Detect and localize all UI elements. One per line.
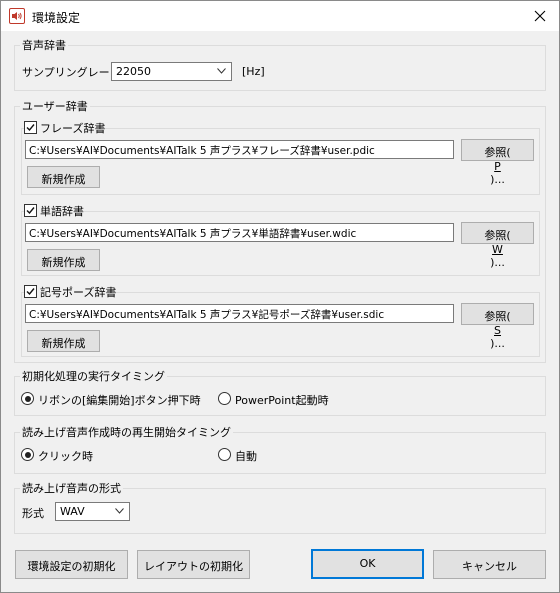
phrase-browse-button[interactable]: 参照(P)...	[461, 139, 534, 186]
chevron-down-icon	[217, 68, 226, 74]
init-timing-legend: 初期化処理の実行タイミング	[22, 370, 165, 383]
playback-timing-radio-click[interactable]	[21, 448, 34, 461]
checkmark-icon	[26, 207, 35, 215]
symbol-pause-browse-button[interactable]: 参照(S)...	[461, 303, 534, 350]
settings-window: 環境設定 音声辞書 サンプリングレート 22050 [Hz] ユーザー辞書 フレ…	[0, 0, 560, 593]
playback-timing-radio-auto[interactable]	[218, 448, 231, 461]
sampling-rate-value: 22050	[116, 65, 151, 78]
voice-dictionary-legend: 音声辞書	[22, 39, 66, 52]
checkmark-icon	[26, 124, 35, 132]
cancel-button[interactable]: キャンセル	[433, 550, 546, 579]
sampling-rate-select[interactable]: 22050	[111, 62, 232, 81]
checkmark-icon	[26, 288, 35, 296]
close-button[interactable]	[531, 7, 549, 25]
sampling-rate-label: サンプリングレート	[22, 66, 121, 79]
speaker-app-icon	[9, 8, 25, 24]
phrase-dictionary-path: C:¥Users¥AI¥Documents¥AITalk 5 声プラス¥フレーズ…	[29, 145, 375, 157]
word-dictionary-checkbox[interactable]	[24, 204, 37, 217]
sampling-rate-unit: [Hz]	[242, 65, 265, 78]
chevron-down-icon	[115, 508, 124, 514]
audio-format-legend: 読み上げ音声の形式	[22, 482, 121, 495]
reset-settings-button[interactable]: 環境設定の初期化	[15, 550, 128, 579]
init-timing-option-ribbon[interactable]: リボンの[編集開始]ボタン押下時	[38, 392, 201, 408]
symbol-pause-dictionary-checkbox[interactable]	[24, 285, 37, 298]
playback-timing-legend: 読み上げ音声作成時の再生開始タイミング	[22, 426, 231, 439]
user-dictionary-legend: ユーザー辞書	[22, 100, 88, 113]
init-timing-radio-powerpoint[interactable]	[218, 392, 231, 405]
window-title: 環境設定	[32, 11, 81, 25]
audio-format-value: WAV	[60, 505, 85, 518]
ok-button[interactable]: OK	[311, 549, 424, 579]
symbol-pause-dictionary-path-field[interactable]: C:¥Users¥AI¥Documents¥AITalk 5 声プラス¥記号ポー…	[25, 304, 454, 323]
word-dictionary-label: 単語辞書	[40, 205, 84, 218]
title-bar[interactable]: 環境設定	[1, 1, 559, 31]
close-icon	[534, 10, 546, 22]
init-timing-option-powerpoint[interactable]: PowerPoint起動時	[235, 392, 329, 408]
word-browse-button[interactable]: 参照(W)...	[461, 222, 534, 269]
reset-layout-button[interactable]: レイアウトの初期化	[137, 550, 250, 579]
audio-format-label: 形式	[22, 507, 44, 520]
phrase-dictionary-path-field[interactable]: C:¥Users¥AI¥Documents¥AITalk 5 声プラス¥フレーズ…	[25, 140, 454, 159]
symbol-pause-new-button[interactable]: 新規作成	[27, 330, 100, 352]
playback-timing-option-click[interactable]: クリック時	[38, 448, 93, 464]
symbol-pause-dictionary-label: 記号ポーズ辞書	[40, 286, 117, 299]
word-dictionary-path-field[interactable]: C:¥Users¥AI¥Documents¥AITalk 5 声プラス¥単語辞書…	[25, 223, 454, 242]
word-new-button[interactable]: 新規作成	[27, 249, 100, 271]
playback-timing-group: 読み上げ音声作成時の再生開始タイミング	[14, 426, 546, 474]
symbol-pause-dictionary-path: C:¥Users¥AI¥Documents¥AITalk 5 声プラス¥記号ポー…	[29, 309, 385, 321]
phrase-dictionary-checkbox[interactable]	[24, 121, 37, 134]
word-dictionary-path: C:¥Users¥AI¥Documents¥AITalk 5 声プラス¥単語辞書…	[29, 228, 357, 240]
phrase-new-button[interactable]: 新規作成	[27, 166, 100, 188]
phrase-dictionary-label: フレーズ辞書	[40, 122, 106, 135]
audio-format-select[interactable]: WAV	[55, 502, 130, 521]
init-timing-radio-ribbon[interactable]	[21, 392, 34, 405]
playback-timing-option-auto[interactable]: 自動	[235, 448, 257, 464]
